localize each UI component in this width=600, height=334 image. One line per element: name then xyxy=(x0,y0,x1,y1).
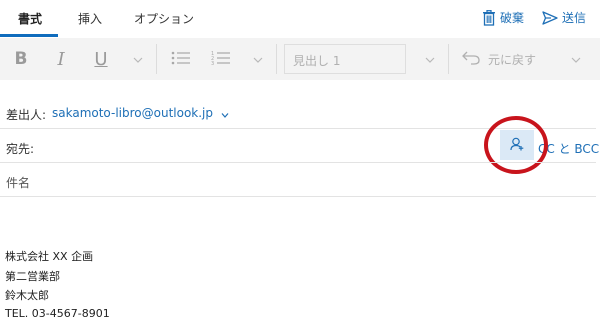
undo-button[interactable]: 元に戻す xyxy=(462,38,562,80)
person-add-icon xyxy=(510,137,524,154)
chevron-down-icon xyxy=(571,52,581,66)
italic-button[interactable]: I xyxy=(46,38,76,80)
bold-label: B xyxy=(14,49,28,69)
signature-phone: TEL. 03-4567-8901 xyxy=(5,307,110,320)
formatting-toolbar: B I U 1 2 3 見出し 1 元に戻す xyxy=(0,38,600,80)
toolbar-divider xyxy=(448,44,449,74)
subject-input[interactable]: 件名 xyxy=(6,174,30,191)
bullet-list-icon xyxy=(171,50,191,69)
to-label: 宛先: xyxy=(6,142,35,156)
message-body[interactable]: 株式会社 XX 企画 第二営業部 鈴木太郎 TEL. 03-4567-8901 xyxy=(0,200,600,334)
chevron-down-icon xyxy=(133,52,143,66)
font-options-dropdown[interactable] xyxy=(128,38,148,80)
chevron-down-icon xyxy=(221,107,229,121)
bold-button[interactable]: B xyxy=(6,38,36,80)
numbered-list-button[interactable]: 1 2 3 xyxy=(206,38,236,80)
list-options-dropdown[interactable] xyxy=(248,38,268,80)
to-divider xyxy=(0,162,596,163)
chevron-down-icon xyxy=(253,52,263,66)
numbered-list-icon: 1 2 3 xyxy=(211,50,231,69)
from-account-selector[interactable]: sakamoto-libro@outlook.jp xyxy=(52,106,229,121)
undo-label: 元に戻す xyxy=(488,52,537,67)
svg-text:3: 3 xyxy=(211,61,214,66)
paragraph-style-value: 見出し 1 xyxy=(293,54,341,68)
bullet-list-button[interactable] xyxy=(166,38,196,80)
tab-options[interactable]: オプション xyxy=(134,10,194,27)
undo-options-dropdown[interactable] xyxy=(566,38,586,80)
add-recipient-button[interactable] xyxy=(500,130,534,160)
italic-label: I xyxy=(57,48,65,70)
cc-bcc-link[interactable]: CC と BCC xyxy=(538,140,599,157)
undo-icon xyxy=(462,51,480,68)
tab-insert[interactable]: 挿入 xyxy=(78,10,102,27)
underline-label: U xyxy=(94,48,108,70)
subject-divider xyxy=(0,196,596,197)
paragraph-style-dropdown[interactable] xyxy=(420,38,440,80)
underline-button[interactable]: U xyxy=(86,38,116,80)
signature-department: 第二営業部 xyxy=(5,270,60,283)
from-divider xyxy=(0,128,596,129)
toolbar-divider xyxy=(156,44,157,74)
active-tab-indicator xyxy=(0,34,58,37)
tab-format[interactable]: 書式 xyxy=(18,10,42,27)
send-button[interactable]: 送信 xyxy=(542,9,586,26)
from-label: 差出人: xyxy=(6,108,47,122)
signature-name: 鈴木太郎 xyxy=(5,289,49,302)
from-address: sakamoto-libro@outlook.jp xyxy=(52,106,214,120)
paragraph-style-select[interactable]: 見出し 1 xyxy=(284,44,406,74)
chevron-down-icon xyxy=(425,52,435,66)
send-label: 送信 xyxy=(562,11,587,25)
send-icon xyxy=(542,10,558,25)
signature-company: 株式会社 XX 企画 xyxy=(5,250,94,263)
trash-icon xyxy=(482,9,496,26)
discard-label: 破棄 xyxy=(500,11,525,25)
discard-button[interactable]: 破棄 xyxy=(482,9,524,26)
toolbar-divider xyxy=(276,44,277,74)
ribbon-tab-bar: 書式 挿入 オプション 破棄 送信 xyxy=(0,0,600,38)
